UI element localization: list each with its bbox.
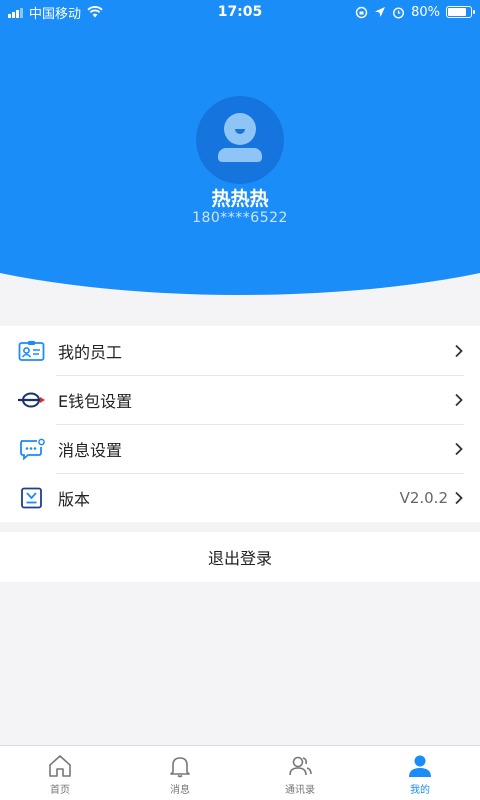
user-phone: 180****6522: [192, 210, 288, 226]
message-settings-icon: [18, 438, 46, 460]
alarm-icon: [393, 6, 405, 19]
employee-card-icon: [18, 340, 46, 362]
tab-home[interactable]: 首页: [0, 746, 120, 800]
chevron-right-icon: [455, 393, 463, 406]
menu-item-label: 我的员工: [58, 342, 123, 362]
wifi-icon: [87, 6, 103, 18]
tab-label: 消息: [170, 785, 190, 796]
avatar-body-icon: [218, 148, 262, 162]
status-bar: 中国移动 17:05 80%: [0, 0, 480, 24]
profile-header: 热热热 180****6522: [0, 0, 480, 296]
logout-button[interactable]: 退出登录: [0, 532, 480, 582]
menu-item-label: E钱包设置: [58, 391, 133, 411]
home-icon: [49, 755, 71, 777]
menu-item-label: 版本: [58, 489, 91, 509]
version-download-icon: [18, 487, 46, 509]
chevron-right-icon: [455, 442, 463, 455]
e-wallet-logo-icon: [18, 389, 46, 411]
battery-percent: 80%: [411, 4, 440, 20]
user-name: 热热热: [211, 188, 269, 210]
carrier-name: 中国移动: [29, 6, 82, 22]
location-icon: [375, 7, 386, 17]
menu-item-e-wallet-settings[interactable]: E钱包设置: [0, 375, 480, 424]
tab-label: 首页: [50, 785, 70, 796]
settings-menu: 我的员工 E钱包设置 消息设置 版本 V2.0.2: [0, 326, 480, 522]
tab-mine[interactable]: 我的: [360, 746, 480, 800]
menu-item-my-employees[interactable]: 我的员工: [0, 326, 480, 375]
chevron-right-icon: [455, 491, 463, 504]
menu-item-message-settings[interactable]: 消息设置: [0, 424, 480, 473]
chevron-right-icon: [455, 344, 463, 357]
rotation-lock-icon: [355, 6, 368, 18]
signal-icon: [8, 7, 23, 18]
menu-item-label: 消息设置: [58, 440, 123, 460]
version-number: V2.0.2: [399, 488, 448, 507]
avatar-smile-icon: [235, 129, 245, 134]
bell-icon: [170, 757, 190, 778]
bottom-tab-bar: 首页 消息 通讯录 我的: [0, 745, 480, 800]
profile-icon: [409, 755, 431, 777]
avatar-head-icon: [224, 113, 256, 145]
contacts-icon: [289, 756, 312, 776]
avatar[interactable]: [196, 96, 284, 184]
tab-messages[interactable]: 消息: [120, 746, 240, 800]
tab-contacts[interactable]: 通讯录: [240, 746, 360, 800]
menu-item-version[interactable]: 版本 V2.0.2: [0, 473, 480, 522]
tab-label: 通讯录: [285, 785, 315, 796]
battery-icon: [446, 6, 475, 18]
tab-label: 我的: [410, 785, 430, 796]
